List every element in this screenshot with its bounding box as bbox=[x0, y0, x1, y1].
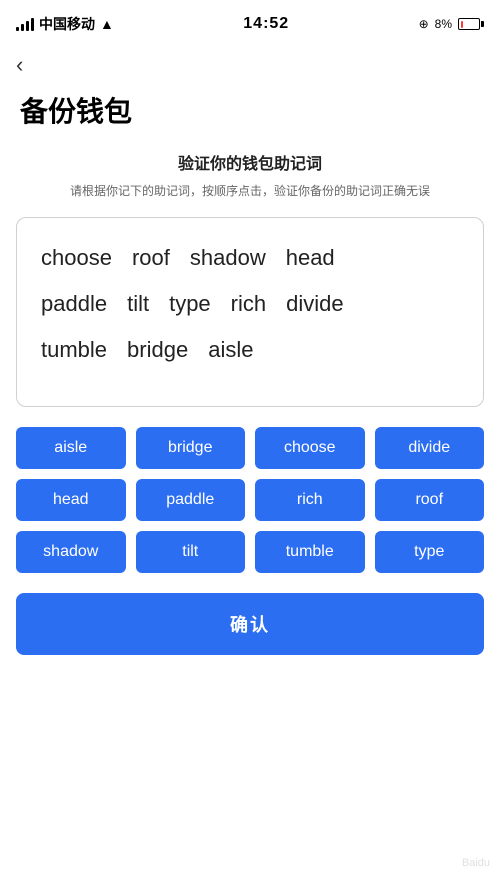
word-row-3: tumble bridge aisle bbox=[41, 330, 459, 370]
display-word: roof bbox=[132, 245, 170, 271]
battery-tip bbox=[481, 21, 484, 27]
chip-shadow[interactable]: shadow bbox=[16, 531, 126, 573]
confirm-button[interactable]: 确认 bbox=[16, 593, 484, 655]
watermark: Baidu bbox=[462, 857, 490, 869]
wifi-icon: ▲ bbox=[100, 16, 114, 32]
battery-percent: 8% bbox=[435, 17, 452, 31]
status-time: 14:52 bbox=[243, 15, 289, 33]
chip-type[interactable]: type bbox=[375, 531, 485, 573]
display-word: tumble bbox=[41, 337, 107, 363]
carrier-label: 中国移动 bbox=[39, 14, 95, 34]
chip-aisle[interactable]: aisle bbox=[16, 427, 126, 469]
signal-icon bbox=[16, 17, 34, 31]
word-chips-grid: aisle bridge choose divide head paddle r… bbox=[16, 427, 484, 573]
battery-body bbox=[458, 18, 480, 30]
chip-rich[interactable]: rich bbox=[255, 479, 365, 521]
display-word: type bbox=[169, 291, 211, 317]
chip-bridge[interactable]: bridge bbox=[136, 427, 246, 469]
status-right: ⊕ 8% bbox=[419, 17, 484, 31]
section-desc: 请根据你记下的助记词，按顺序点击，验证你备份的助记词正确无误 bbox=[0, 182, 500, 201]
display-word: divide bbox=[286, 291, 343, 317]
display-word: shadow bbox=[190, 245, 266, 271]
display-word: head bbox=[286, 245, 335, 271]
display-word: aisle bbox=[208, 337, 253, 363]
chip-tumble[interactable]: tumble bbox=[255, 531, 365, 573]
chip-head[interactable]: head bbox=[16, 479, 126, 521]
word-row-1: choose roof shadow head bbox=[41, 238, 459, 278]
chip-choose[interactable]: choose bbox=[255, 427, 365, 469]
display-word: paddle bbox=[41, 291, 107, 317]
display-word: rich bbox=[231, 291, 266, 317]
display-word: bridge bbox=[127, 337, 188, 363]
chip-tilt[interactable]: tilt bbox=[136, 531, 246, 573]
signal-lte-icon: ⊕ bbox=[419, 17, 429, 31]
word-row-2: paddle tilt type rich divide bbox=[41, 284, 459, 324]
display-word: choose bbox=[41, 245, 112, 271]
back-button[interactable]: ‹ bbox=[0, 44, 44, 82]
battery-fill bbox=[461, 21, 464, 28]
confirm-button-wrap: 确认 bbox=[0, 593, 500, 655]
status-carrier: 中国移动 ▲ bbox=[16, 14, 114, 34]
battery-icon bbox=[458, 18, 484, 30]
chip-divide[interactable]: divide bbox=[375, 427, 485, 469]
word-chips-section: aisle bridge choose divide head paddle r… bbox=[0, 427, 500, 573]
section-title: 验证你的钱包助记词 bbox=[0, 150, 500, 174]
word-display-area: choose roof shadow head paddle tilt type… bbox=[16, 217, 484, 407]
status-bar: 中国移动 ▲ 14:52 ⊕ 8% bbox=[0, 0, 500, 44]
chip-roof[interactable]: roof bbox=[375, 479, 485, 521]
display-word: tilt bbox=[127, 291, 149, 317]
chip-paddle[interactable]: paddle bbox=[136, 479, 246, 521]
page-title: 备份钱包 bbox=[0, 82, 500, 150]
